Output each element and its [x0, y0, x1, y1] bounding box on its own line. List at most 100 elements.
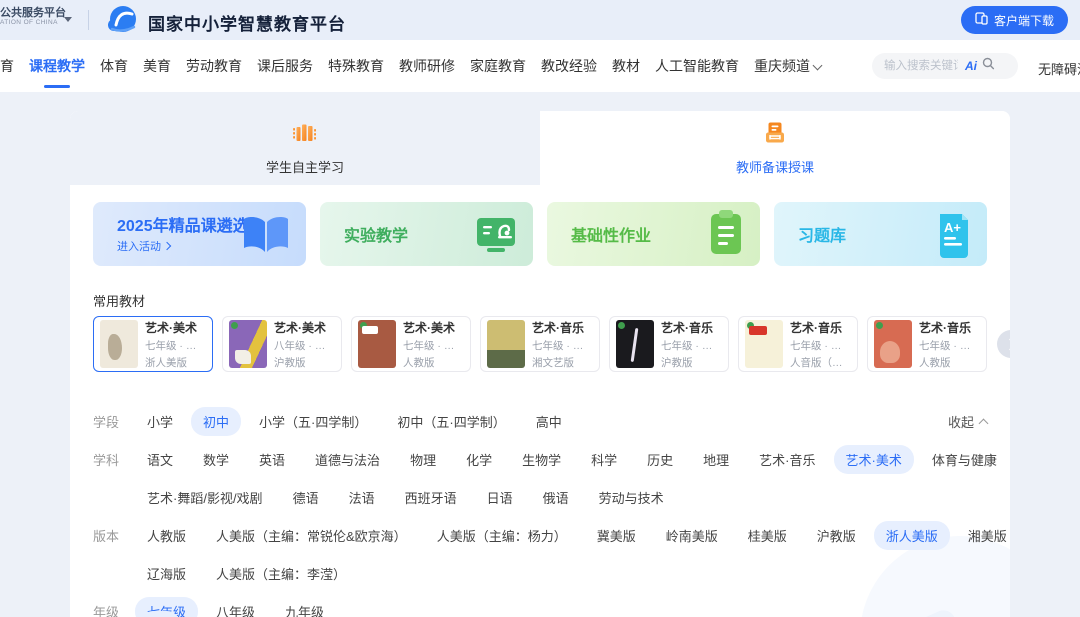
nav-item-ai-education[interactable]: 人工智能教育	[655, 40, 739, 92]
content-card: 学生自主学习 教师备课授课 2025年精品课遴选 进入活动	[70, 111, 1010, 617]
subject-option[interactable]: 德语	[281, 483, 331, 512]
banner-enter-activity-link[interactable]: 进入活动	[117, 238, 170, 254]
stage-option[interactable]: 初中（五·四学制）	[385, 407, 517, 436]
textbook-cover	[229, 320, 267, 368]
accessibility-link[interactable]: 无障碍汉	[1038, 59, 1080, 78]
chevron-down-icon	[813, 60, 823, 70]
textbook-cover	[487, 320, 525, 368]
grade-option[interactable]: 九年级	[273, 597, 336, 617]
grade-option[interactable]: 八年级	[204, 597, 267, 617]
subject-option[interactable]: 西班牙语	[393, 483, 469, 512]
subject-option[interactable]: 生物学	[510, 445, 573, 474]
nav-item-special[interactable]: 特殊教育	[328, 40, 384, 92]
version-option[interactable]: 冀美版	[585, 521, 648, 550]
feature-banners: 2025年精品课遴选 进入活动 实验教学	[93, 202, 987, 266]
subject-option[interactable]: 艺术·舞蹈/影视/戏剧	[135, 483, 275, 512]
banner-exercise-bank[interactable]: 习题库 A+	[774, 202, 987, 266]
collapse-button[interactable]: 收起	[948, 412, 987, 431]
portal-switcher[interactable]: 公共服务平台 ATION OF CHINA	[0, 7, 66, 26]
mode-tabs: 学生自主学习 教师备课授课	[70, 111, 1010, 185]
client-download-button[interactable]: 客户端下载	[961, 6, 1068, 34]
subject-option-selected[interactable]: 艺术·美术	[834, 445, 914, 474]
portal-dropdown-caret-icon[interactable]	[64, 17, 72, 22]
banner-premium-course-2025[interactable]: 2025年精品课遴选 进入活动	[93, 202, 306, 266]
nav-item-reform[interactable]: 教改经验	[541, 40, 597, 92]
version-option[interactable]: 人美版（主编：李滢）	[204, 559, 358, 588]
textbook-cover	[874, 320, 912, 368]
filter-panel: 收起 学段 小学 初中 小学（五·四学制） 初中（五·四学制） 高中 学科 语文…	[93, 407, 987, 617]
subject-option[interactable]: 数学	[191, 445, 241, 474]
stage-option[interactable]: 高中	[524, 407, 574, 436]
textbook-card[interactable]: 艺术·音乐 七年级 · 上册 人音版（主编：…	[738, 316, 858, 372]
banner-title: 基础性作业	[571, 222, 651, 246]
version-option[interactable]: 岭南美版	[654, 521, 730, 550]
version-option[interactable]: 湘美版	[956, 521, 1010, 550]
version-option[interactable]: 沪教版	[805, 521, 868, 550]
textbook-card[interactable]: 艺术·美术 七年级 · 上册 浙人美版	[93, 316, 213, 372]
version-option-selected[interactable]: 浙人美版	[874, 521, 950, 550]
open-book-icon	[240, 214, 292, 263]
tab-student-self-study[interactable]: 学生自主学习	[70, 111, 540, 185]
page-title: 国家中小学智慧教育平台	[148, 10, 346, 35]
books-icon	[292, 120, 318, 151]
textbook-cover	[745, 320, 783, 368]
version-option[interactable]: 桂美版	[736, 521, 799, 550]
subject-option[interactable]: 道德与法治	[303, 445, 392, 474]
subject-option[interactable]: 化学	[454, 445, 504, 474]
filter-row-version: 版本 人教版 人美版（主编：常锐伦&欧京海） 人美版（主编：杨力） 冀美版 岭南…	[93, 521, 987, 588]
subject-option[interactable]: 体育与健康	[920, 445, 1009, 474]
exercise-paper-icon: A+	[933, 208, 973, 265]
nav-item-teacher-training[interactable]: 教师研修	[399, 40, 455, 92]
banner-title: 实验教学	[344, 222, 408, 246]
banner-basic-homework[interactable]: 基础性作业	[547, 202, 760, 266]
chevron-right-icon	[1004, 338, 1010, 351]
nav-item-textbook[interactable]: 教材	[612, 40, 640, 92]
version-option[interactable]: 人美版（主编：杨力）	[425, 521, 579, 550]
nav-item-aesthetic[interactable]: 美育	[143, 40, 171, 92]
nav-item-afterschool[interactable]: 课后服务	[257, 40, 313, 92]
subject-option[interactable]: 俄语	[531, 483, 581, 512]
stage-option[interactable]: 小学（五·四学制）	[247, 407, 379, 436]
nav-item-family[interactable]: 家庭教育	[470, 40, 526, 92]
subject-option[interactable]: 物理	[398, 445, 448, 474]
subject-option[interactable]: 科学	[579, 445, 629, 474]
subject-option[interactable]: 英语	[247, 445, 297, 474]
textbook-card[interactable]: 艺术·美术 七年级 · 上册 人教版	[351, 316, 471, 372]
nav-item-course-teaching[interactable]: 课程教学	[29, 40, 85, 92]
subject-option[interactable]: 法语	[337, 483, 387, 512]
search-icon[interactable]	[982, 57, 995, 75]
banner-title: 习题库	[798, 222, 846, 246]
nav-item-chongqing-channel[interactable]: 重庆频道	[754, 40, 821, 92]
nav-item-cut[interactable]: 育	[0, 40, 14, 92]
version-option[interactable]: 辽海版	[135, 559, 198, 588]
subject-option[interactable]: 历史	[635, 445, 685, 474]
subject-option[interactable]: 地理	[691, 445, 741, 474]
textbook-card[interactable]: 艺术·美术 八年级 · 上册 沪教版	[222, 316, 342, 372]
banner-experiment-teaching[interactable]: 实验教学	[320, 202, 533, 266]
filter-row-grade: 年级 七年级 八年级 九年级	[93, 597, 987, 617]
portal-name: 公共服务平台	[0, 7, 66, 19]
nav-item-labor[interactable]: 劳动教育	[186, 40, 242, 92]
search-box[interactable]: Ai	[872, 53, 1018, 79]
textbook-card[interactable]: 艺术·音乐 七年级 · 上册 沪教版	[609, 316, 729, 372]
stage-option[interactable]: 小学	[135, 407, 185, 436]
tab-teacher-label: 教师备课授课	[736, 157, 814, 176]
textbook-card[interactable]: 艺术·音乐 七年级 · 上册 湘文艺版	[480, 316, 600, 372]
search-input[interactable]	[882, 59, 960, 73]
tab-teacher-lesson-prep[interactable]: 教师备课授课	[540, 111, 1010, 185]
version-option[interactable]: 人美版（主编：常锐伦&欧京海）	[204, 521, 419, 550]
tab-student-label: 学生自主学习	[266, 157, 344, 176]
subject-option[interactable]: 语文	[135, 445, 185, 474]
subject-option[interactable]: 艺术·音乐	[747, 445, 827, 474]
subject-option[interactable]: 日语	[475, 483, 525, 512]
textbook-card[interactable]: 艺术·音乐 七年级 · 上册 人教版	[867, 316, 987, 372]
divider	[88, 10, 89, 30]
stage-option-selected[interactable]: 初中	[191, 407, 241, 436]
nav-items: 育 课程教学 体育 美育 劳动教育 课后服务 特殊教育 教师研修 家庭教育 教改…	[0, 40, 821, 92]
ai-search-icon[interactable]: Ai	[965, 59, 977, 73]
subject-option[interactable]: 劳动与技术	[587, 483, 676, 512]
carousel-next-button[interactable]	[997, 330, 1010, 358]
nav-item-pe[interactable]: 体育	[100, 40, 128, 92]
textbook-cover	[616, 320, 654, 368]
version-option[interactable]: 人教版	[135, 521, 198, 550]
